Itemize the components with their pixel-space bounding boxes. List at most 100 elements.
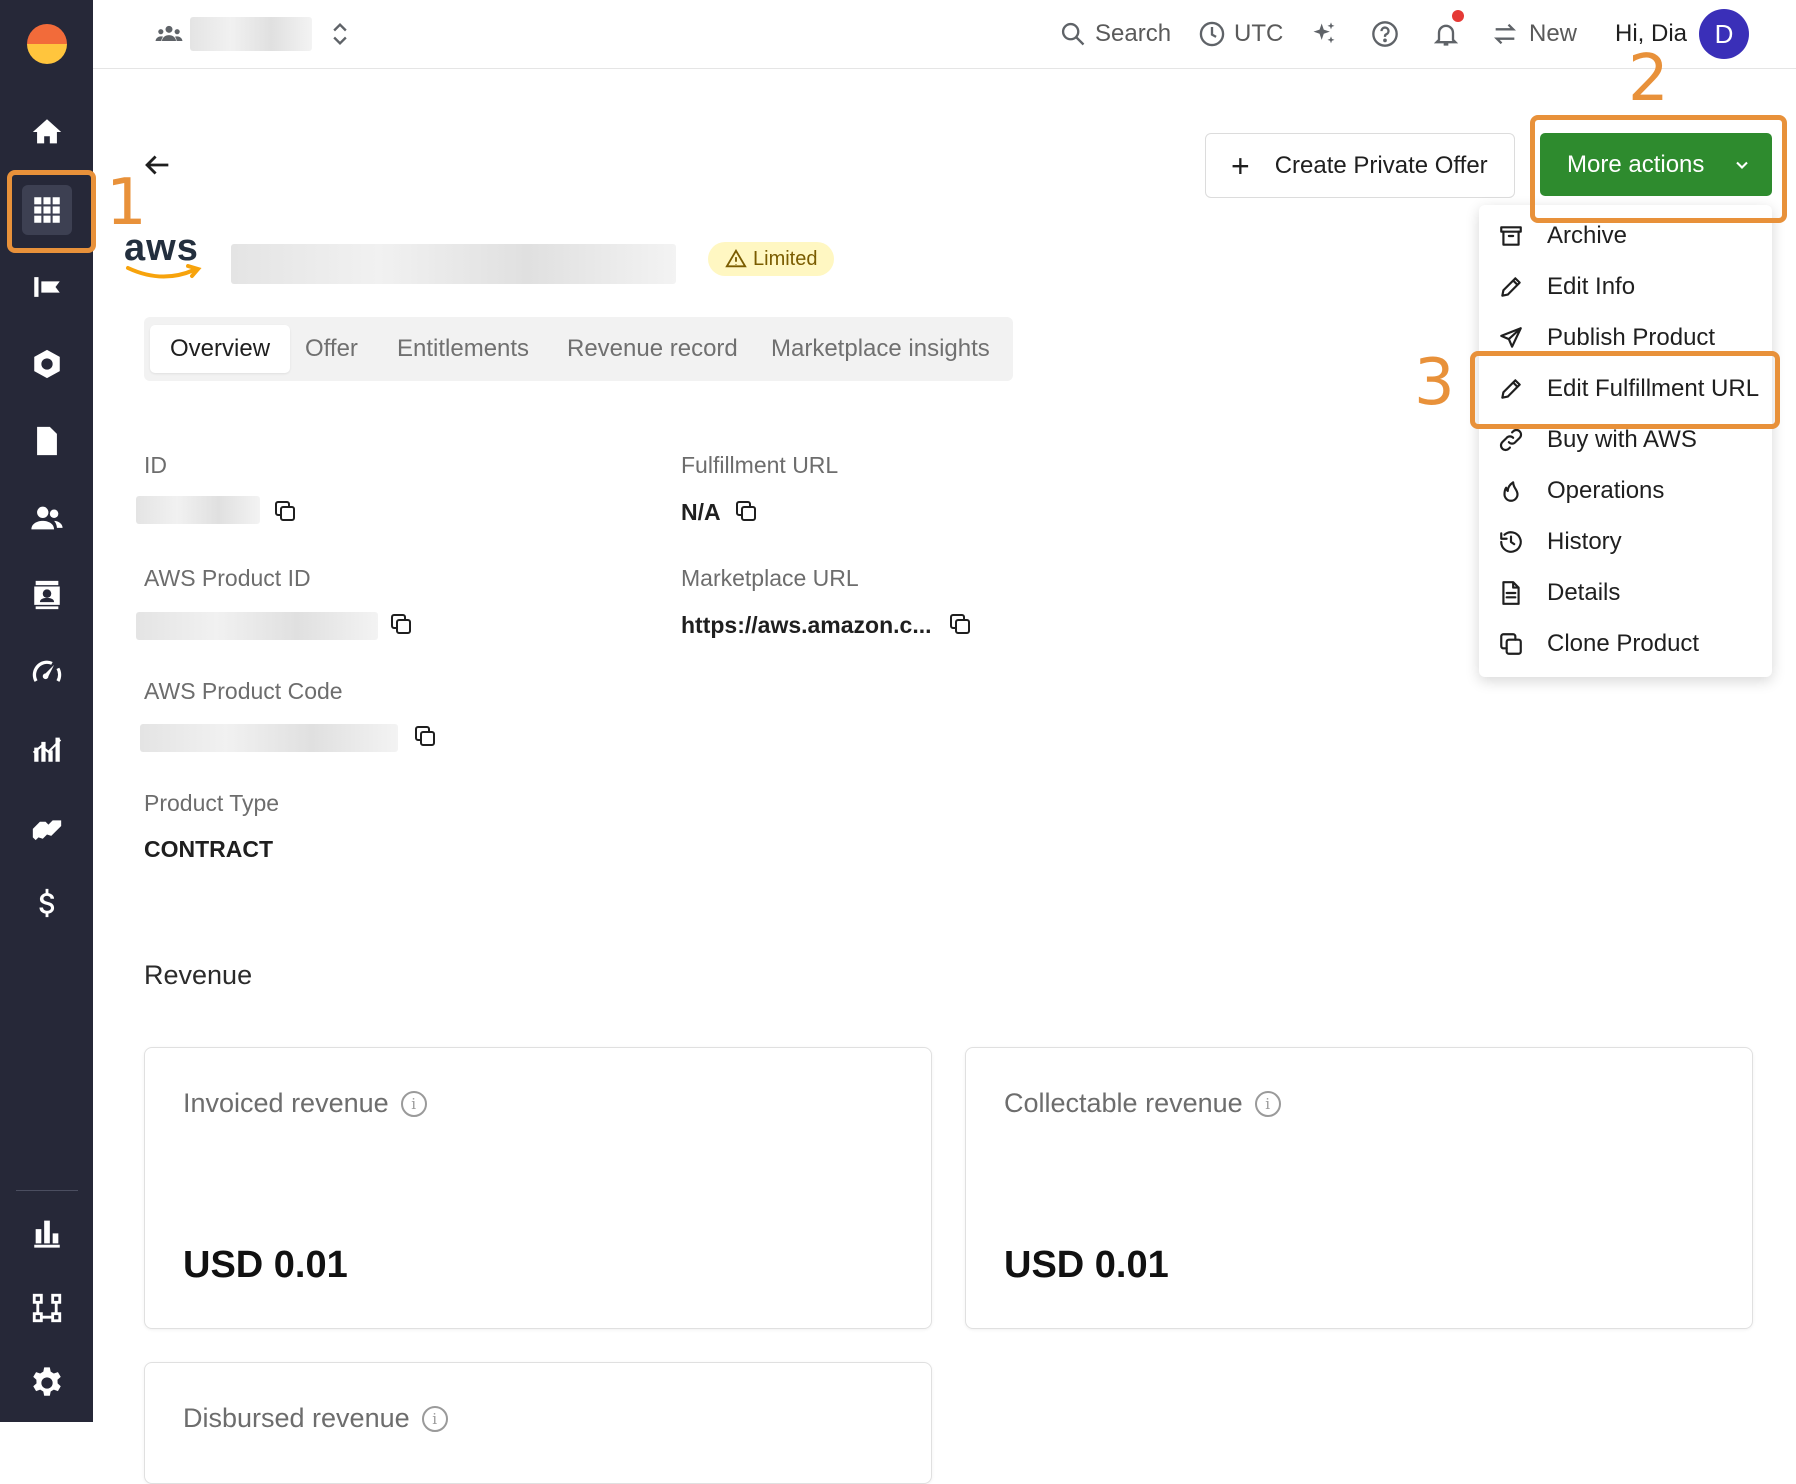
- search-button[interactable]: Search: [1059, 0, 1171, 68]
- copy-icon: [1500, 632, 1522, 655]
- document-nav-icon[interactable]: [22, 416, 72, 466]
- copy-marketplace-url-icon[interactable]: [948, 612, 972, 636]
- aws-product-code-redacted: [140, 724, 398, 752]
- aws-product-code-label: AWS Product Code: [144, 678, 343, 704]
- id-value-redacted: [136, 496, 260, 524]
- menu-item-history[interactable]: History: [1479, 516, 1772, 567]
- invoiced-revenue-card: Invoiced revenue i USD 0.01: [144, 1047, 932, 1329]
- menu-item-label: Buy with AWS: [1547, 425, 1697, 453]
- archive-icon: [1500, 225, 1522, 246]
- notification-dot: [1452, 10, 1464, 22]
- sidebar-divider: [16, 1190, 78, 1191]
- pencil-icon: [1501, 276, 1521, 297]
- menu-item-clone-product[interactable]: Clone Product: [1479, 618, 1772, 669]
- history-icon: [1500, 530, 1522, 553]
- top-bar: Search UTC New Hi, Dia D: [93, 0, 1796, 69]
- menu-item-label: Clone Product: [1547, 629, 1700, 657]
- tab-revenue-record[interactable]: Revenue record: [567, 325, 738, 373]
- flame-icon: [1503, 480, 1519, 502]
- disbursed-revenue-label: Disbursed revenue: [183, 1403, 410, 1433]
- annotation-number-1: 1: [106, 166, 147, 240]
- users-icon[interactable]: [22, 493, 72, 543]
- ai-sparkle-icon[interactable]: [1310, 0, 1338, 68]
- new-button[interactable]: New: [1491, 0, 1577, 68]
- annotation-number-2: 2: [1628, 42, 1669, 116]
- document-icon: [1502, 580, 1520, 605]
- tab-bar: Overview Offer Entitlements Revenue reco…: [144, 317, 1013, 381]
- copy-id-icon[interactable]: [273, 499, 297, 523]
- timezone-button[interactable]: UTC: [1198, 0, 1283, 68]
- home-icon[interactable]: [22, 107, 72, 157]
- copy-product-code-icon[interactable]: [413, 724, 437, 748]
- fulfillment-url-label: Fulfillment URL: [681, 452, 839, 478]
- tab-offer[interactable]: Offer: [305, 325, 358, 373]
- send-icon: [1500, 326, 1522, 348]
- fulfillment-url-value: N/A: [681, 499, 721, 525]
- revenue-section-title: Revenue: [144, 960, 253, 990]
- create-private-offer-label: Create Private Offer: [1274, 151, 1488, 179]
- menu-item-label: History: [1547, 527, 1622, 555]
- status-badge: Limited: [708, 242, 835, 276]
- workflow-icon[interactable]: [22, 1283, 72, 1333]
- analytics-icon[interactable]: [22, 724, 72, 774]
- handshake-icon[interactable]: [22, 801, 72, 851]
- copy-product-id-icon[interactable]: [389, 612, 413, 636]
- product-type-value: CONTRACT: [144, 836, 274, 862]
- menu-item-label: Archive: [1547, 221, 1628, 249]
- aws-product-id-label: AWS Product ID: [144, 565, 311, 591]
- offers-icon[interactable]: [22, 262, 72, 312]
- status-badge-label: Limited: [753, 247, 818, 270]
- timezone-label: UTC: [1234, 20, 1284, 47]
- contacts-icon[interactable]: [22, 570, 72, 620]
- create-private-offer-button[interactable]: + Create Private Offer: [1205, 133, 1515, 198]
- tab-marketplace-insights[interactable]: Marketplace insights: [771, 325, 990, 373]
- collectable-revenue-label: Collectable revenue: [1004, 1088, 1243, 1118]
- annotation-number-3: 3: [1414, 346, 1455, 420]
- search-icon: [1061, 22, 1085, 46]
- menu-item-operations[interactable]: Operations: [1479, 465, 1772, 516]
- clock-icon: [1199, 21, 1225, 47]
- warning-icon: [725, 248, 747, 268]
- marketplace-url-value[interactable]: https://aws.amazon.c...: [681, 612, 932, 639]
- tab-entitlements[interactable]: Entitlements: [397, 325, 529, 373]
- id-label: ID: [144, 452, 167, 478]
- chevron-updown-icon[interactable]: [326, 0, 354, 68]
- swap-arrows-icon: [1494, 23, 1516, 45]
- app-logo[interactable]: [27, 24, 67, 64]
- invoiced-revenue-label: Invoiced revenue: [183, 1088, 389, 1118]
- new-label: New: [1529, 20, 1578, 47]
- marketplace-url-label: Marketplace URL: [681, 565, 859, 591]
- menu-item-label: Operations: [1547, 476, 1665, 504]
- info-icon[interactable]: i: [400, 1090, 427, 1117]
- dollar-icon[interactable]: [22, 878, 72, 928]
- more-actions-menu: Archive Edit Info Publish Product Edit F…: [1479, 205, 1772, 677]
- menu-item-label: Edit Info: [1547, 272, 1636, 300]
- disbursed-revenue-card: Disbursed revenue i: [144, 1362, 932, 1484]
- avatar[interactable]: D: [1699, 9, 1750, 59]
- bar-chart-icon[interactable]: [22, 1207, 72, 1257]
- help-icon[interactable]: [1371, 0, 1399, 68]
- invoiced-revenue-title: Invoiced revenue i: [183, 1088, 427, 1119]
- aws-product-id-redacted: [136, 612, 378, 640]
- gear-icon[interactable]: [22, 1358, 72, 1408]
- collectable-revenue-value: USD 0.01: [1004, 1244, 1169, 1286]
- menu-item-details[interactable]: Details: [1479, 567, 1772, 618]
- menu-item-edit-info[interactable]: Edit Info: [1479, 261, 1772, 312]
- search-label: Search: [1095, 20, 1172, 47]
- info-icon[interactable]: i: [1254, 1090, 1281, 1117]
- aws-smile-icon: [126, 264, 202, 279]
- workspace-selector[interactable]: [190, 0, 312, 68]
- product-type-label: Product Type: [144, 790, 280, 816]
- menu-item-label: Details: [1547, 578, 1621, 606]
- speedometer-icon[interactable]: [22, 647, 72, 697]
- product-title-redacted: [231, 244, 676, 284]
- tab-overview[interactable]: Overview: [150, 325, 291, 373]
- settings-hex-icon[interactable]: [22, 339, 72, 389]
- copy-fulfillment-url-icon[interactable]: [734, 499, 758, 523]
- collectable-revenue-title: Collectable revenue i: [1004, 1088, 1281, 1119]
- info-icon[interactable]: i: [421, 1405, 448, 1432]
- team-icon[interactable]: [155, 0, 183, 68]
- annotation-box-1: [7, 170, 96, 253]
- menu-item-label: Publish Product: [1547, 323, 1716, 351]
- plus-icon: +: [1231, 147, 1250, 184]
